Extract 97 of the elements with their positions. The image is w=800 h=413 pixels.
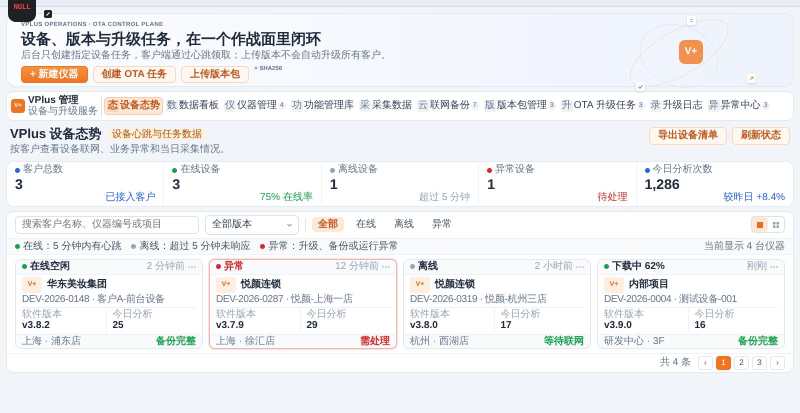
metric-label: 今日分析 bbox=[306, 309, 348, 320]
list-icon bbox=[687, 16, 696, 25]
page-subtitle: 按客户查看设备联网、业务异常和当日采集情况。 bbox=[10, 144, 231, 156]
nav-tab[interactable]: 录 升级日志 bbox=[648, 98, 705, 114]
metric-label: 软件版本 bbox=[410, 309, 451, 320]
page-title: VPlus 设备态势 bbox=[10, 127, 102, 142]
stat-label: 在线设备 bbox=[172, 164, 313, 176]
arrow-icon bbox=[747, 74, 756, 83]
hero-title: 设备、版本与升级任务，在一个作战面里闭环 bbox=[21, 30, 322, 48]
stat-note: 超过 5 分钟 bbox=[419, 192, 470, 204]
backup-status: 等待联网 bbox=[544, 336, 584, 348]
metric-label: 今日分析 bbox=[112, 309, 154, 320]
device-location: 杭州 · 西湖店 bbox=[410, 336, 469, 348]
more-icon[interactable] bbox=[770, 264, 778, 269]
metric-label: 软件版本 bbox=[22, 309, 63, 320]
backup-status: 需处理 bbox=[360, 336, 390, 348]
metric-label: 软件版本 bbox=[216, 309, 257, 320]
device-location: 研发中心 · 3F bbox=[604, 336, 665, 348]
filter-tab[interactable]: 异常 bbox=[426, 216, 458, 232]
nav-tab[interactable]: 态 设备态势 bbox=[104, 97, 163, 115]
stat-value: 1,286 bbox=[644, 176, 681, 192]
stat-value: 1 bbox=[487, 176, 496, 192]
stat-label: 异常设备 bbox=[487, 164, 628, 176]
last-seen: 12 分钟前 bbox=[335, 261, 379, 273]
legend-item: 异常：升级、备份或运行异常 bbox=[260, 240, 398, 252]
metric-value: v3.9.0 bbox=[604, 320, 633, 332]
stat-note: 待处理 bbox=[598, 192, 628, 204]
search-field[interactable]: 搜索客户名称、仪器编号或项目 bbox=[15, 216, 199, 234]
nav-tab[interactable]: 功 功能管理库 bbox=[288, 98, 356, 114]
grid-icon bbox=[772, 220, 780, 229]
prev-page-button[interactable]: ‹ bbox=[698, 356, 713, 370]
stat-note: 75% 在线率 bbox=[260, 192, 313, 204]
stat-label: 离线设备 bbox=[330, 164, 470, 176]
nav-tab[interactable]: 采 采集数据 bbox=[356, 98, 414, 114]
customer-name: 华东美妆集团 bbox=[47, 278, 107, 290]
device-id: DEV-2026-0148 · 客户A-前台设备 bbox=[22, 294, 196, 308]
metric-value: 25 bbox=[112, 320, 125, 332]
customer-name: 悦颜连锁 bbox=[435, 278, 475, 290]
action-button[interactable]: 创建 OTA 任务 bbox=[92, 66, 176, 84]
total-count: 共 4 条 bbox=[660, 357, 691, 369]
stat-note: 较昨日 +8.4% bbox=[724, 192, 786, 204]
last-seen: 2 分钟前 bbox=[146, 261, 185, 273]
nav-tab[interactable]: 数 数据看板 bbox=[164, 98, 221, 114]
more-icon[interactable] bbox=[188, 264, 196, 269]
customer-name: 悦颜连锁 bbox=[241, 278, 281, 290]
grid-view-button[interactable] bbox=[752, 217, 768, 232]
metric-label: 今日分析 bbox=[500, 309, 542, 320]
device-id: DEV-2026-0004 · 测试设备-001 bbox=[604, 294, 778, 308]
action-button[interactable]: 上传版本包 bbox=[181, 66, 250, 84]
metric-value: v3.8.0 bbox=[410, 320, 439, 332]
metric-label: 软件版本 bbox=[604, 309, 645, 320]
device-status: 在线空闲 bbox=[30, 261, 70, 273]
stat-note: 已接入客户 bbox=[105, 192, 156, 204]
header-button[interactable]: 导出设备清单 bbox=[649, 127, 727, 144]
metric-value: 17 bbox=[500, 320, 513, 332]
metric-value: 16 bbox=[694, 320, 707, 332]
device-status: 离线 bbox=[418, 261, 438, 273]
device-id: DEV-2026-0287 · 悦颜-上海一店 bbox=[216, 294, 390, 308]
device-location: 上海 · 徐汇店 bbox=[216, 336, 275, 348]
page-button[interactable]: 3 bbox=[752, 356, 767, 370]
device-status: 异常 bbox=[224, 261, 244, 273]
last-seen: 2 小时前 bbox=[534, 261, 573, 273]
metric-value: v3.8.2 bbox=[22, 320, 51, 332]
stat-label: 今日分析次数 bbox=[644, 164, 786, 176]
filter-tab[interactable]: 在线 bbox=[350, 216, 382, 232]
device-id: DEV-2026-0319 · 悦颜-杭州三店 bbox=[410, 294, 584, 308]
stat-value: 1 bbox=[330, 176, 339, 192]
stat-value: 3 bbox=[172, 176, 182, 192]
filter-tab[interactable]: 离线 bbox=[388, 216, 420, 232]
page-tag: 设备心跳与任务数据 bbox=[108, 128, 206, 140]
result-count: 当前显示 4 台仪器 bbox=[704, 240, 785, 252]
page-button[interactable]: 2 bbox=[734, 356, 749, 370]
more-icon[interactable] bbox=[382, 264, 390, 269]
device-status: 下载中 62% bbox=[612, 261, 665, 273]
square-icon bbox=[756, 220, 764, 229]
backup-status: 备份完整 bbox=[738, 336, 778, 348]
more-icon[interactable] bbox=[576, 264, 584, 269]
metric-value: v3.7.9 bbox=[216, 320, 245, 332]
metric-label: 今日分析 bbox=[694, 309, 736, 320]
stat-value: 3 bbox=[15, 176, 24, 192]
caret-icon bbox=[287, 222, 292, 227]
customer-name: 内部项目 bbox=[629, 278, 669, 290]
last-seen: 刚刚 bbox=[747, 261, 767, 273]
filter-tab[interactable]: 全部 bbox=[312, 216, 344, 232]
device-location: 上海 · 浦东店 bbox=[22, 336, 81, 348]
hero-subtitle: 后台只创建指定设备任务，客户端通过心跳领取；上传版本不会自动升级所有客户。 bbox=[21, 50, 392, 62]
brand-title: VPlus 管理 bbox=[28, 94, 80, 106]
brand-subtitle: 设备与升级服务 bbox=[28, 106, 98, 118]
stat-label: 客户总数 bbox=[15, 164, 156, 176]
version-select[interactable]: 全部版本 bbox=[205, 214, 299, 235]
next-page-button[interactable]: › bbox=[770, 356, 785, 370]
legend-item: 离线：超过 5 分钟未响应 bbox=[131, 240, 250, 252]
backup-status: 备份完整 bbox=[156, 336, 196, 348]
logo-badge: V+ bbox=[679, 40, 703, 64]
header-button[interactable]: 刷新状态 bbox=[732, 127, 790, 144]
legend-item: 在线：5 分钟内有心跳 bbox=[15, 240, 122, 252]
metric-value: 29 bbox=[306, 320, 319, 332]
